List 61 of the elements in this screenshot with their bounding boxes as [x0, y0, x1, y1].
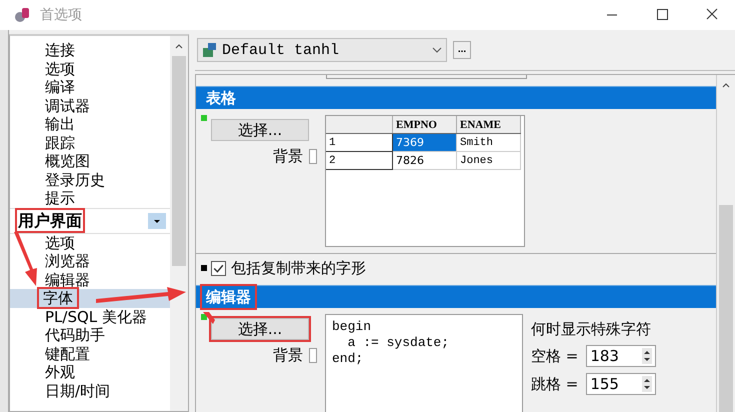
select-button[interactable]: 选择... [211, 119, 309, 141]
background-checkbox[interactable] [309, 348, 317, 363]
field-label: 跳格 = [531, 374, 578, 394]
marker-square [201, 265, 207, 271]
row-header: 1 [326, 134, 392, 152]
background-checkbox[interactable] [309, 149, 317, 164]
spin-arrows-icon[interactable] [642, 376, 652, 392]
table-cell: Jones [456, 152, 520, 170]
scrollbar[interactable] [716, 75, 735, 412]
scroll-up-icon[interactable] [174, 42, 184, 50]
corner-cell [326, 116, 392, 134]
special-chars-label: 何时显示特殊字符 [531, 320, 652, 339]
column-header: ENAME [456, 116, 520, 134]
category-item[interactable]: 字体 [10, 289, 170, 308]
profile-icon [202, 42, 218, 58]
category-item[interactable]: 编译 [10, 78, 170, 96]
category-item[interactable]: 跟踪 [10, 134, 170, 152]
scrollbar[interactable] [170, 36, 188, 411]
category-item[interactable]: 外观 [10, 363, 170, 382]
select-button[interactable]: 选择... [211, 318, 309, 340]
table-cell: 7369 [392, 134, 456, 152]
category-item[interactable]: 日期/时间 [10, 382, 170, 400]
category-item[interactable]: 浏览器 [10, 252, 170, 270]
app-icon [13, 6, 31, 24]
category-item[interactable]: 代码助手 [10, 326, 170, 344]
annotation-arrow [12, 232, 38, 286]
spin-field[interactable]: 155 [586, 373, 656, 395]
checkbox-label[interactable]: 包括复制带来的字形 [231, 258, 366, 278]
dropdown-icon[interactable] [148, 212, 166, 228]
section-header: 表格 [196, 86, 716, 109]
category-item[interactable]: 选项 [10, 234, 170, 252]
category-item[interactable]: 输出 [10, 115, 170, 134]
code-preview: begin a := sysdate; end; [325, 314, 523, 412]
category-item[interactable]: 登录历史 [10, 170, 170, 189]
category-item[interactable]: 键配置 [10, 344, 170, 363]
more-button[interactable]: ... [453, 41, 471, 59]
row-header: 2 [326, 152, 392, 170]
chevron-down-icon[interactable] [432, 47, 442, 53]
window-title: 首选项 [40, 6, 82, 24]
profile-dropdown[interactable]: Default tanhl [197, 38, 447, 62]
category-item[interactable]: PL/SQL 美化器 [10, 308, 170, 326]
table-cell: Smith [456, 134, 520, 152]
scroll-up-icon[interactable] [721, 81, 731, 89]
spin-field[interactable]: 183 [586, 345, 656, 367]
field-label: 空格 = [531, 346, 578, 366]
group-header[interactable]: 用户界面 [18, 210, 82, 230]
table-cell: 7826 [392, 152, 456, 170]
annotation-arrow [203, 312, 215, 324]
category-item[interactable]: 编辑器 [10, 270, 170, 289]
background-label: 背景 [273, 346, 303, 365]
background-label: 背景 [273, 147, 303, 166]
category-item[interactable]: 连接 [10, 41, 170, 60]
category-item[interactable]: 调试器 [10, 96, 170, 115]
category-item[interactable]: 选项 [10, 60, 170, 78]
marker-square [201, 115, 207, 121]
category-item[interactable]: 概览图 [10, 152, 170, 170]
checkbox[interactable] [211, 260, 226, 276]
spin-arrows-icon[interactable] [642, 348, 652, 364]
category-item[interactable]: 提示 [10, 189, 170, 208]
marker-square [201, 314, 207, 320]
column-header: EMPNO [392, 116, 456, 134]
